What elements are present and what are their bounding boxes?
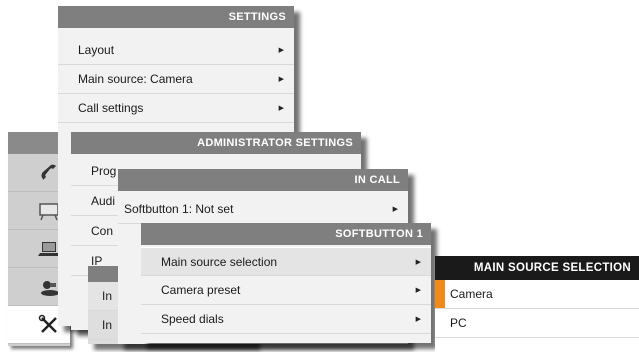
menu-item-label: Prog	[91, 164, 117, 178]
option-label: Camera	[450, 287, 493, 301]
menu-item-label: Main source: Camera	[78, 72, 193, 86]
arrow-right-icon: ▶	[415, 316, 421, 323]
menu-item-main-source[interactable]: Main source: Camera ▶	[58, 65, 294, 94]
source-option-camera[interactable]: Camera	[435, 280, 639, 309]
main-source-selection-panel: MAIN SOURCE SELECTION Camera PC	[435, 256, 639, 352]
in-call-title: IN CALL	[118, 169, 408, 191]
main-source-selection-title: MAIN SOURCE SELECTION	[435, 256, 639, 280]
settings-screen: SETTINGS Layout ▶ Main source: Camera ▶ …	[0, 0, 639, 352]
selected-marker	[435, 280, 445, 308]
option-label: PC	[450, 316, 467, 330]
menu-item-label: Audi	[91, 194, 116, 208]
settings-title: SETTINGS	[58, 6, 294, 28]
menu-item-label: Camera preset	[161, 283, 241, 297]
arrow-right-icon: ▶	[278, 47, 284, 54]
source-option-pc[interactable]: PC	[435, 309, 639, 338]
arrow-right-icon: ▶	[415, 287, 421, 294]
administrator-settings-title: ADMINISTRATOR SETTINGS	[71, 132, 361, 154]
whiteboard-icon	[39, 202, 59, 220]
phone-icon	[41, 164, 56, 180]
menu-item-layout[interactable]: Layout ▶	[58, 36, 294, 65]
menu-item-main-source-selection[interactable]: Main source selection ▶	[141, 247, 431, 276]
menu-item-label: Softbutton 1: Not set	[124, 202, 234, 216]
arrow-right-icon: ▶	[278, 105, 284, 112]
menu-item-label: In	[102, 289, 113, 303]
menu-item-label: In	[102, 318, 113, 332]
arrow-right-icon: ▶	[415, 259, 421, 266]
menu-item-speed-dials[interactable]: Speed dials ▶	[141, 305, 431, 334]
menu-item-camera-preset[interactable]: Camera preset ▶	[141, 276, 431, 305]
tools-icon	[38, 314, 57, 333]
arrow-right-icon: ▶	[392, 206, 398, 213]
menu-item-label: Speed dials	[161, 312, 224, 326]
menu-item-label: Call settings	[78, 101, 144, 115]
menu-item-label: Main source selection	[161, 255, 278, 269]
softbutton-1-panel: SOFTBUTTON 1 Main source selection ▶ Cam…	[141, 223, 431, 343]
softbutton-1-title: SOFTBUTTON 1	[141, 223, 431, 245]
arrow-right-icon: ▶	[278, 76, 284, 83]
menu-item-label: Con	[91, 224, 114, 238]
menu-item-label: Layout	[78, 43, 115, 57]
menu-item-softbutton-1[interactable]: Softbutton 1: Not set ▶	[118, 195, 408, 224]
laptop-icon	[38, 241, 60, 256]
camera-icon	[41, 280, 59, 296]
menu-item-call-settings[interactable]: Call settings ▶	[58, 94, 294, 123]
